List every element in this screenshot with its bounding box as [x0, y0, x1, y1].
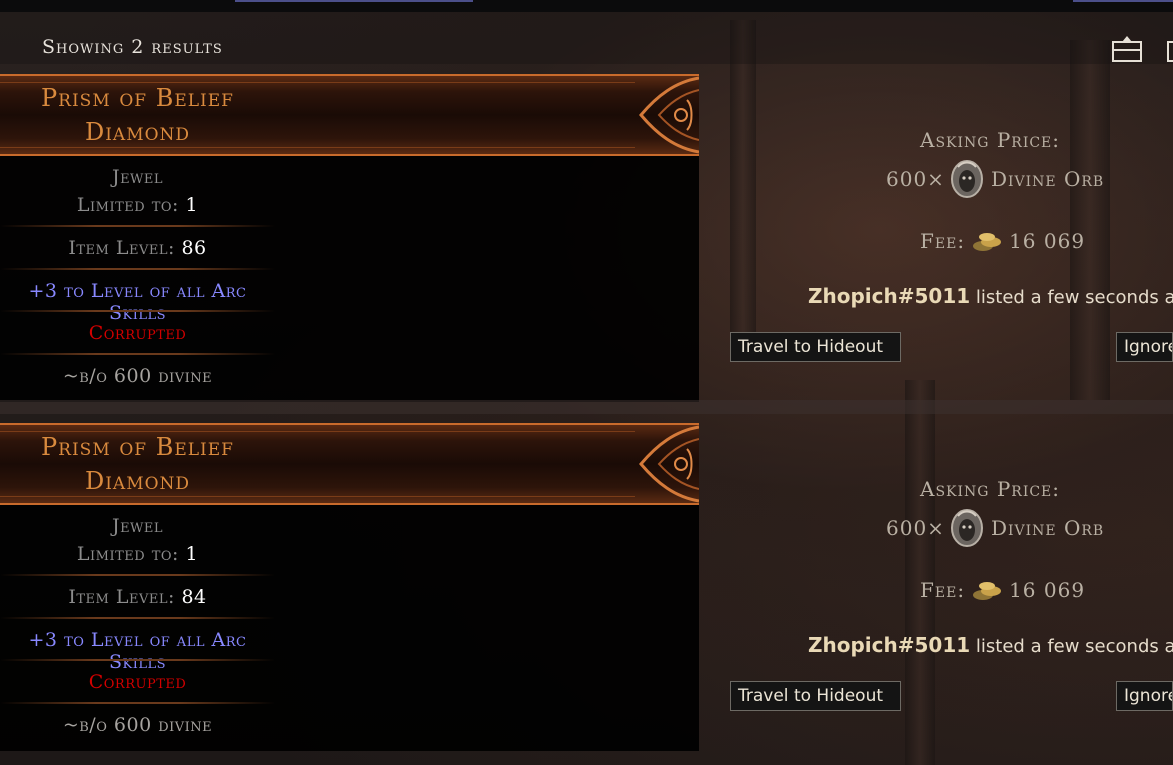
- top-bar-accent: [235, 0, 473, 2]
- item-card[interactable]: Prism of Belief Diamond Jewel Limited to…: [0, 423, 699, 751]
- item-header: Prism of Belief Diamond: [0, 423, 699, 505]
- seller-info: Zhopich#5011 listed a few seconds ago: [808, 633, 1173, 657]
- item-level: Item Level: 86: [0, 237, 275, 259]
- separator: [0, 574, 275, 576]
- seller-account[interactable]: Zhopich#5011: [808, 284, 970, 308]
- ilvl-value: 86: [181, 237, 207, 259]
- price-amount: 600×: [886, 167, 945, 191]
- separator: [0, 310, 275, 312]
- ilvl-label: Item Level:: [68, 586, 182, 608]
- limit-label: Limited to:: [76, 194, 186, 216]
- fee-value: 16 069: [1009, 229, 1086, 253]
- item-mod: +3 to Level of all Arc Skills: [28, 629, 247, 673]
- separator: [0, 225, 275, 227]
- fee-label: Fee:: [920, 229, 966, 253]
- seller-account[interactable]: Zhopich#5011: [808, 633, 970, 657]
- results-count: Showing 2 results: [42, 36, 223, 58]
- limit-value: 1: [185, 194, 199, 216]
- corrupted-label: Corrupted: [88, 671, 187, 693]
- item-type: Jewel: [111, 166, 164, 188]
- divine-orb-icon: [950, 160, 983, 198]
- item-card[interactable]: Prism of Belief Diamond Jewel Limited to…: [0, 74, 699, 402]
- item-limit: Limited to: 1: [0, 543, 275, 565]
- separator: [0, 268, 275, 270]
- fee-line: Fee: 16 069: [920, 228, 1085, 254]
- price-currency: Divine Orb: [990, 167, 1105, 191]
- separator: [0, 617, 275, 619]
- top-bar-accent: [1073, 0, 1173, 2]
- item-mod: +3 to Level of all Arc Skills: [28, 280, 247, 324]
- ignore-button[interactable]: Ignore: [1116, 332, 1173, 362]
- item-base-type: Diamond: [84, 467, 191, 495]
- grid-view-icon[interactable]: [1167, 36, 1173, 62]
- fee-line: Fee: 16 069: [920, 577, 1085, 603]
- item-name: Prism of Belief: [41, 433, 234, 461]
- item-base-type: Diamond: [84, 118, 191, 146]
- row-separator: [0, 400, 1173, 414]
- seller-info: Zhopich#5011 listed a few seconds ago: [808, 284, 1173, 308]
- fee-label: Fee:: [920, 578, 966, 602]
- listing-details: Asking Price: 600× Divine Orb Fee: 16 06…: [700, 413, 1173, 751]
- item-frame-ornament-icon: [639, 425, 699, 503]
- price-line: 600× Divine Orb: [886, 507, 1104, 549]
- list-view-icon[interactable]: [1112, 36, 1142, 62]
- listed-time: listed a few seconds ago: [975, 287, 1173, 308]
- divine-orb-icon: [950, 509, 983, 547]
- price-currency: Divine Orb: [990, 516, 1105, 540]
- item-frame-ornament-icon: [639, 76, 699, 154]
- limit-label: Limited to:: [76, 543, 186, 565]
- travel-to-hideout-button[interactable]: Travel to Hideout: [730, 681, 901, 711]
- item-name: Prism of Belief: [41, 84, 234, 112]
- travel-to-hideout-button[interactable]: Travel to Hideout: [730, 332, 901, 362]
- gold-coin-icon: [973, 233, 1002, 251]
- separator: [0, 659, 275, 661]
- separator: [0, 353, 275, 355]
- asking-price-label: Asking Price:: [920, 128, 1061, 152]
- item-note: ~b/o 600 divine: [62, 714, 213, 736]
- listed-time: listed a few seconds ago: [975, 636, 1173, 657]
- item-header: Prism of Belief Diamond: [0, 74, 699, 156]
- ignore-button[interactable]: Ignore: [1116, 681, 1173, 711]
- results-bar: Showing 2 results: [0, 12, 1173, 64]
- price-amount: 600×: [886, 516, 945, 540]
- listing-details: Asking Price: 600× Divine Orb Fee: 16 06…: [700, 64, 1173, 402]
- gold-coin-icon: [973, 582, 1002, 600]
- listing-row: Prism of Belief Diamond Jewel Limited to…: [0, 413, 1173, 751]
- ilvl-label: Item Level:: [68, 237, 182, 259]
- limit-value: 1: [185, 543, 199, 565]
- fee-value: 16 069: [1009, 578, 1086, 602]
- top-bar: [0, 0, 1173, 12]
- item-note: ~b/o 600 divine: [62, 365, 213, 387]
- separator: [0, 702, 275, 704]
- item-type: Jewel: [111, 515, 164, 537]
- ilvl-value: 84: [181, 586, 207, 608]
- item-limit: Limited to: 1: [0, 194, 275, 216]
- listing-row: Prism of Belief Diamond Jewel Limited to…: [0, 64, 1173, 402]
- asking-price-label: Asking Price:: [920, 477, 1061, 501]
- price-line: 600× Divine Orb: [886, 158, 1104, 200]
- item-level: Item Level: 84: [0, 586, 275, 608]
- corrupted-label: Corrupted: [88, 322, 187, 344]
